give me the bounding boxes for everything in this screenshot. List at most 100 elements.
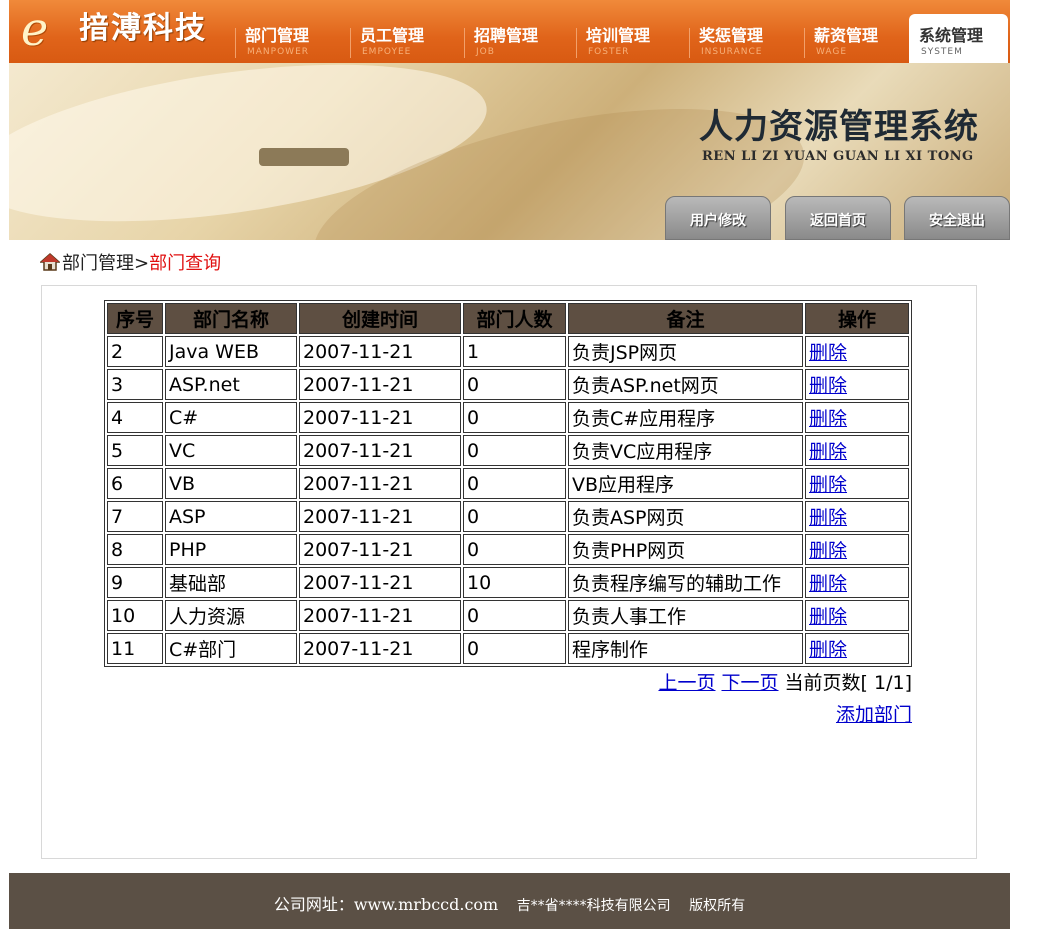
table-cell: VB应用程序 xyxy=(568,468,803,499)
table-row: 8 PHP 2007-11-21 0 负责PHP网页 删除 xyxy=(107,534,909,565)
delete-link[interactable]: 删除 xyxy=(809,639,847,661)
table-cell: ASP xyxy=(165,501,297,532)
table-cell: 负责程序编写的辅助工作 xyxy=(568,567,803,598)
table-cell: 2007-11-21 xyxy=(299,468,461,499)
table-cell: 0 xyxy=(463,369,566,400)
table-cell: 5 xyxy=(107,435,163,466)
table-cell: 2007-11-21 xyxy=(299,600,461,631)
table-row: 5 VC 2007-11-21 0 负责VC应用程序 删除 xyxy=(107,435,909,466)
table-cell: 8 xyxy=(107,534,163,565)
top-navigation-bar: e 揞溥科技 部门管理 MANPOWER 员工管理 EMPOYEE 招聘管理 JOB 培训管… xyxy=(9,0,1010,63)
table-cell: 2007-11-21 xyxy=(299,501,461,532)
pager: 上一页 下一页 当前页数[ 1/1] xyxy=(652,669,912,697)
table-row: 3 ASP.net 2007-11-21 0 负责ASP.net网页 删除 xyxy=(107,369,909,400)
app-window: e 揞溥科技 部门管理 MANPOWER 员工管理 EMPOYEE 招聘管理 JOB 培训管… xyxy=(9,0,1010,929)
table-cell: 2 xyxy=(107,336,163,367)
table-cell: 0 xyxy=(463,468,566,499)
breadcrumb-parent[interactable]: 部门管理 xyxy=(62,253,134,274)
table-cell: 0 xyxy=(463,501,566,532)
table-cell: 7 xyxy=(107,501,163,532)
delete-link[interactable]: 删除 xyxy=(809,408,847,430)
nav-separator xyxy=(464,28,465,58)
delete-link[interactable]: 删除 xyxy=(809,441,847,463)
table-cell: 程序制作 xyxy=(568,633,803,664)
table-cell: 负责C#应用程序 xyxy=(568,402,803,433)
table-cell: 0 xyxy=(463,534,566,565)
nav-tab-sublabel: FOSTER xyxy=(588,47,630,57)
nav-tab-system[interactable]: 系统管理 SYSTEM xyxy=(909,14,1008,63)
next-page-link[interactable]: 下一页 xyxy=(721,672,778,694)
table-cell: 负责VC应用程序 xyxy=(568,435,803,466)
table-row: 11 C#部门 2007-11-21 0 程序制作 删除 xyxy=(107,633,909,664)
table-cell: 删除 xyxy=(805,369,909,400)
delete-link[interactable]: 删除 xyxy=(809,606,847,628)
nav-tab-sublabel: EMPOYEE xyxy=(362,47,412,57)
add-department-link[interactable]: 添加部门 xyxy=(836,701,912,729)
prev-page-link[interactable]: 上一页 xyxy=(658,672,715,694)
table-cell: 人力资源 xyxy=(165,600,297,631)
header-banner: 人力资源管理系统 REN LI ZI YUAN GUAN LI XI TONG … xyxy=(9,63,1010,240)
table-cell: 6 xyxy=(107,468,163,499)
table-row: 6 VB 2007-11-21 0 VB应用程序 删除 xyxy=(107,468,909,499)
table-cell: ASP.net xyxy=(165,369,297,400)
table-cell: 负责ASP.net网页 xyxy=(568,369,803,400)
nav-tab-employee[interactable]: 员工管理 EMPOYEE xyxy=(350,14,460,63)
brand-logo: e 揞溥科技 xyxy=(21,6,221,56)
table-cell: 2007-11-21 xyxy=(299,633,461,664)
table-cell: 0 xyxy=(463,435,566,466)
table-cell: VB xyxy=(165,468,297,499)
table-cell: C#部门 xyxy=(165,633,297,664)
nav-tab-wage[interactable]: 薪资管理 WAGE xyxy=(804,14,914,63)
table-cell: C# xyxy=(165,402,297,433)
nav-tab-job[interactable]: 招聘管理 JOB xyxy=(464,14,574,63)
nav-tab-manpower[interactable]: 部门管理 MANPOWER xyxy=(235,14,345,63)
footer-url: 公司网址：www.mrbccd.com xyxy=(273,895,499,914)
table-cell: VC xyxy=(165,435,297,466)
table-row: 2 Java WEB 2007-11-21 1 负责JSP网页 删除 xyxy=(107,336,909,367)
table-cell: 2007-11-21 xyxy=(299,567,461,598)
logo-e-icon: e xyxy=(21,2,49,56)
table-cell: 删除 xyxy=(805,567,909,598)
system-title-pinyin: REN LI ZI YUAN GUAN LI XI TONG xyxy=(702,149,974,164)
table-row: 7 ASP 2007-11-21 0 负责ASP网页 删除 xyxy=(107,501,909,532)
delete-link[interactable]: 删除 xyxy=(809,540,847,562)
back-home-button[interactable]: 返回首页 xyxy=(785,196,891,240)
delete-link[interactable]: 删除 xyxy=(809,342,847,364)
table-cell: 9 xyxy=(107,567,163,598)
delete-link[interactable]: 删除 xyxy=(809,375,847,397)
nav-tab-sublabel: JOB xyxy=(476,47,495,57)
nav-tab-label: 系统管理 xyxy=(919,26,984,45)
table-row: 9 基础部 2007-11-21 10 负责程序编写的辅助工作 删除 xyxy=(107,567,909,598)
table-cell: 负责PHP网页 xyxy=(568,534,803,565)
table-cell: 3 xyxy=(107,369,163,400)
nav-tab-label: 薪资管理 xyxy=(814,26,879,45)
table-cell: 2007-11-21 xyxy=(299,336,461,367)
table-cell: 删除 xyxy=(805,435,909,466)
nav-tab-sublabel: WAGE xyxy=(816,47,848,57)
safe-logout-button[interactable]: 安全退出 xyxy=(904,196,1010,240)
nav-separator xyxy=(689,28,690,58)
department-table: 序号 部门名称 创建时间 部门人数 备注 操作 2 Java WEB 2007-11-21 1 负… xyxy=(104,300,912,667)
breadcrumb: 部门管理>部门查询 xyxy=(40,250,221,278)
user-edit-button[interactable]: 用户修改 xyxy=(665,196,771,240)
table-row: 4 C# 2007-11-21 0 负责C#应用程序 删除 xyxy=(107,402,909,433)
delete-link[interactable]: 删除 xyxy=(809,474,847,496)
brand-name: 揞溥科技 xyxy=(79,11,207,46)
content-panel: 序号 部门名称 创建时间 部门人数 备注 操作 2 Java WEB 2007-11-21 1 负… xyxy=(41,285,977,859)
delete-link[interactable]: 删除 xyxy=(809,507,847,529)
table-cell: 删除 xyxy=(805,534,909,565)
nav-separator xyxy=(350,28,351,58)
nav-tab-label: 员工管理 xyxy=(360,26,425,45)
nav-tab-insurance[interactable]: 奖惩管理 INSURANCE xyxy=(689,14,799,63)
nav-separator xyxy=(804,28,805,58)
nav-tab-label: 招聘管理 xyxy=(474,26,539,45)
column-header: 序号 xyxy=(107,303,163,334)
table-body: 2 Java WEB 2007-11-21 1 负责JSP网页 删除 3 ASP.net 200… xyxy=(107,336,909,664)
footer: 公司网址：www.mrbccd.com 吉**省****科技有限公司 版权所有 xyxy=(9,873,1010,929)
delete-link[interactable]: 删除 xyxy=(809,573,847,595)
banner-decoration xyxy=(259,148,349,166)
table-cell: 基础部 xyxy=(165,567,297,598)
table-cell: 0 xyxy=(463,600,566,631)
nav-tab-foster[interactable]: 培训管理 FOSTER xyxy=(576,14,686,63)
footer-rights: 版权所有 xyxy=(689,898,746,914)
